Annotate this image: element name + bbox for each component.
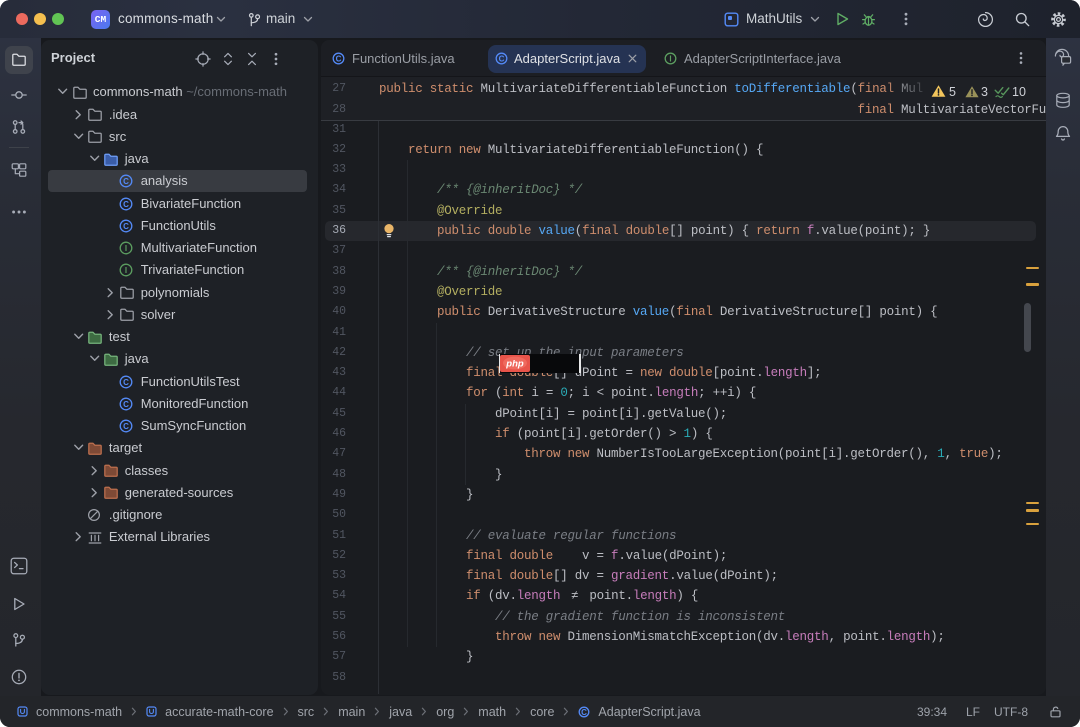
svg-text:I: I — [669, 54, 671, 63]
svg-text:C: C — [123, 400, 129, 409]
svg-text:C: C — [123, 177, 129, 186]
svg-text:C: C — [123, 377, 129, 386]
svg-text:I: I — [125, 266, 127, 275]
svg-text:C: C — [499, 54, 505, 63]
svg-text:C: C — [123, 199, 129, 208]
svg-text:I: I — [125, 244, 127, 253]
svg-text:C: C — [123, 222, 129, 231]
svg-text:php: php — [505, 359, 524, 370]
svg-text:C: C — [336, 54, 342, 63]
svg-text:C: C — [582, 707, 588, 716]
svg-text:C: C — [123, 422, 129, 431]
